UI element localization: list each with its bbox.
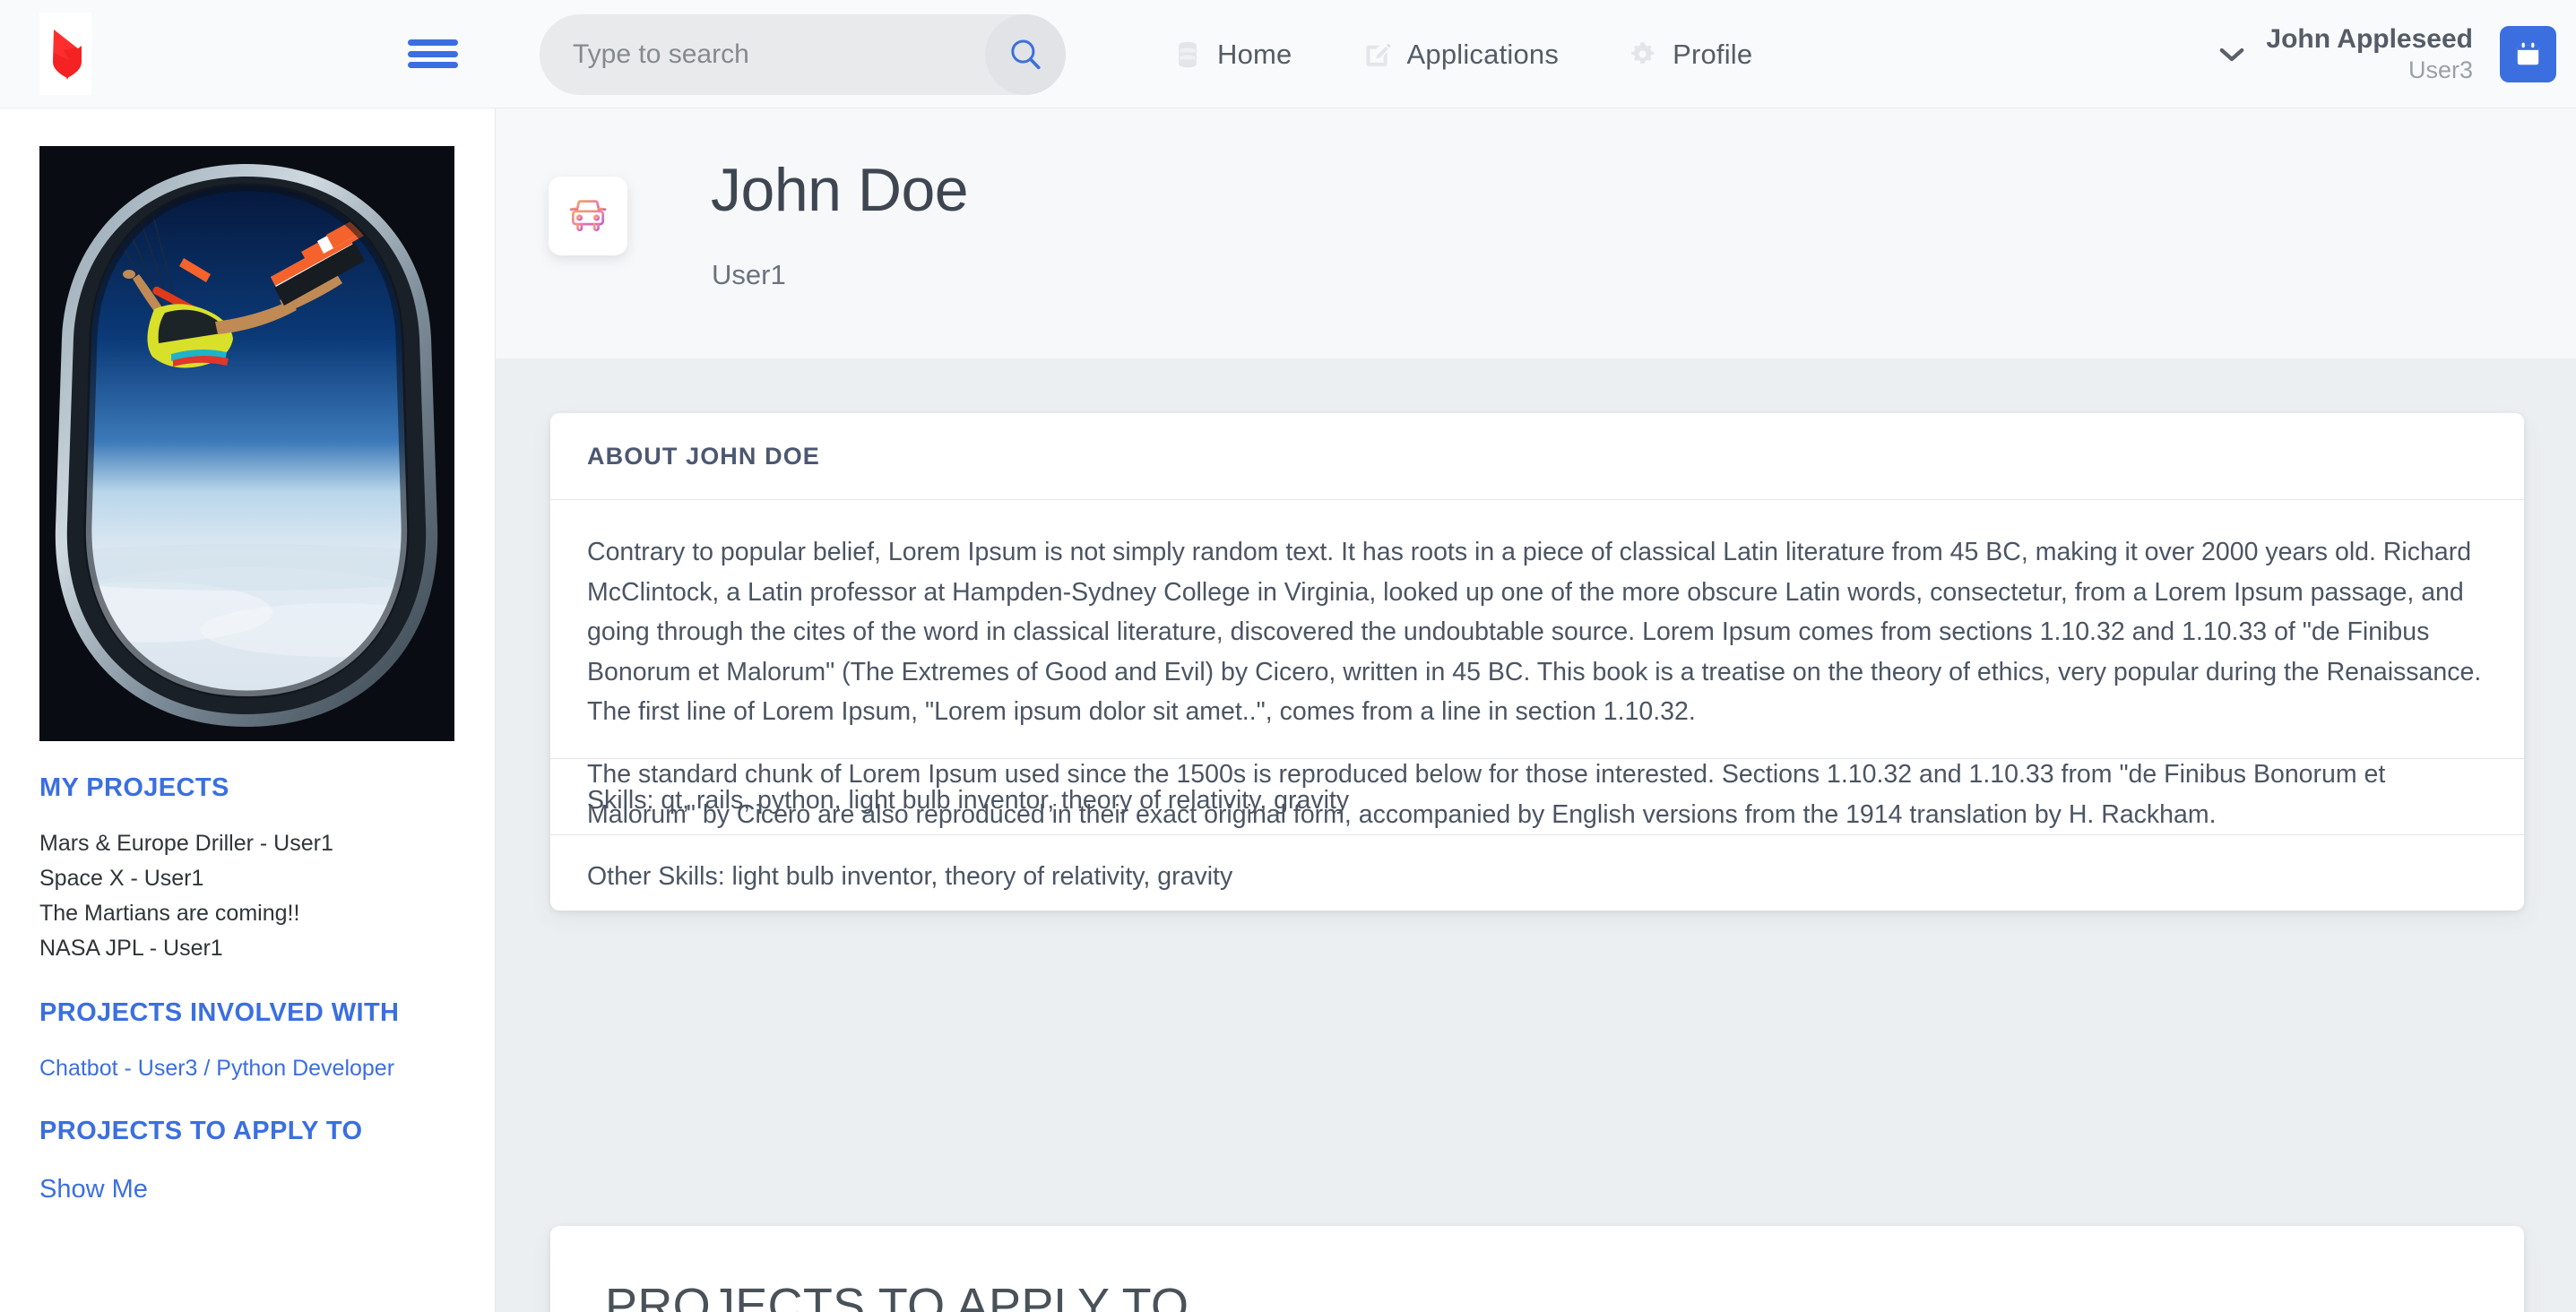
show-me-link[interactable]: Show Me — [39, 1170, 495, 1210]
edit-square-icon — [1365, 43, 1391, 66]
profile-role: User1 — [712, 259, 786, 290]
main-content: John Doe User1 ABOUT JOHN DOE Contrary t… — [496, 108, 2576, 1312]
calendar-button[interactable] — [2500, 26, 2556, 82]
list-item[interactable]: Mars & Europe Driller - User1 — [39, 826, 495, 861]
search-button[interactable] — [985, 14, 1066, 95]
chevron-down-icon[interactable] — [2217, 40, 2246, 69]
hamburger-line — [408, 50, 458, 57]
left-sidebar: MY PROJECTS Mars & Europe Driller - User… — [0, 108, 496, 1312]
hamburger-line — [408, 62, 458, 68]
user-role: User3 — [2407, 56, 2473, 84]
about-card-header: ABOUT JOHN DOE — [550, 413, 2524, 500]
top-header-bar: Home Applications Profile John Apple — [0, 0, 2576, 108]
main-navigation: Home Applications Profile — [1174, 0, 1752, 108]
sidebar-heading-my-projects: MY PROJECTS — [39, 773, 229, 802]
sidebar-heading-projects-involved-with: PROJECTS INVOLVED WITH — [39, 998, 400, 1027]
hamburger-menu-icon[interactable] — [408, 34, 458, 73]
search-input[interactable] — [540, 39, 985, 70]
database-icon — [1178, 41, 1197, 67]
involved-projects-list: Chatbot - User3 / Python Developer — [39, 1051, 495, 1086]
search-bar[interactable] — [540, 14, 1066, 95]
user-menu[interactable]: John Appleseed User3 — [2217, 0, 2556, 108]
page-title: John Doe — [711, 156, 969, 224]
list-item[interactable]: Space X - User1 — [39, 861, 495, 896]
skills-row: Skills: qt, rails, python, light bulb in… — [550, 758, 2524, 842]
projects-to-apply-to-title: PROJECTS TO APPLY TO — [605, 1279, 1189, 1312]
app-logo[interactable] — [39, 13, 91, 95]
about-paragraph: Contrary to popular belief, Lorem Ipsum … — [587, 538, 2482, 727]
nav-item-applications[interactable]: Applications — [1362, 39, 1560, 71]
user-identity: John Appleseed User3 — [2266, 22, 2473, 86]
airplane-window-skydiver-image — [39, 146, 454, 741]
calendar-icon — [2517, 42, 2539, 65]
nav-item-label: Home — [1217, 38, 1292, 70]
about-card-title: ABOUT JOHN DOE — [587, 442, 820, 470]
nav-item-profile[interactable]: Profile — [1629, 39, 1752, 71]
search-icon — [1011, 39, 1041, 70]
car-icon — [569, 200, 607, 232]
avatar — [549, 177, 627, 255]
other-skills-row: Other Skills: light bulb inventor, theor… — [550, 834, 2524, 911]
user-name: John Appleseed — [2266, 23, 2473, 54]
logo-icon — [53, 30, 82, 80]
sidebar-heading-projects-to-apply-to: PROJECTS TO APPLY TO — [39, 1117, 363, 1145]
profile-hero-section: John Doe User1 — [496, 108, 2576, 358]
hamburger-line — [408, 39, 458, 46]
nav-item-label: Applications — [1406, 38, 1560, 70]
profile-photo — [39, 146, 454, 741]
gear-icon — [1631, 42, 1655, 65]
about-card: ABOUT JOHN DOE Contrary to popular belie… — [550, 413, 2524, 911]
projects-to-apply-to-card: PROJECTS TO APPLY TO — [550, 1226, 2524, 1312]
my-projects-list: Mars & Europe Driller - User1 Space X - … — [39, 826, 495, 966]
list-item[interactable]: The Martians are coming!! — [39, 896, 495, 931]
list-item-link[interactable]: Chatbot - User3 / Python Developer — [39, 1051, 495, 1086]
nav-item-home[interactable]: Home — [1174, 39, 1292, 71]
list-item[interactable]: NASA JPL - User1 — [39, 931, 495, 966]
nav-item-label: Profile — [1673, 38, 1753, 70]
